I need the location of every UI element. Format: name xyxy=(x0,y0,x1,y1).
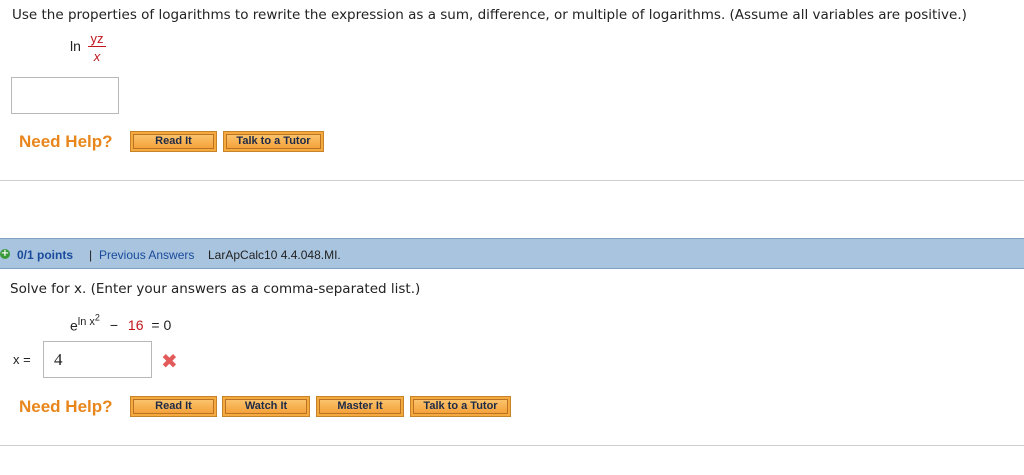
q1-need-help: Need Help? xyxy=(19,132,113,151)
header-separator: | xyxy=(89,248,93,262)
q1-talk-to-tutor-button[interactable]: Talk to a Tutor xyxy=(223,131,324,152)
q2-master-it-button[interactable]: Master It xyxy=(316,396,404,417)
q2-prompt: Solve for x. (Enter your answers as a co… xyxy=(10,281,421,297)
q1-fraction-bar xyxy=(88,46,106,47)
eq-exponent-power: 2 xyxy=(94,312,100,322)
q2-read-it-button[interactable]: Read It xyxy=(130,396,217,417)
question-header: + 0/1 points | Previous Answers LarApCal… xyxy=(0,238,1024,269)
eq-exponent: ln x xyxy=(77,315,95,328)
divider-bottom xyxy=(0,445,1024,446)
q2-talk-to-tutor-button[interactable]: Talk to a Tutor xyxy=(410,396,511,417)
q1-denominator: x xyxy=(93,49,101,64)
divider xyxy=(0,180,1024,181)
q1-numerator: yz xyxy=(90,31,104,46)
q2-watch-it-button[interactable]: Watch It xyxy=(222,396,310,417)
q1-answer-input[interactable] xyxy=(11,77,119,114)
incorrect-icon: ✖ xyxy=(161,349,178,373)
q2-answer-label: x = xyxy=(13,352,31,367)
eq-rest: = 0 xyxy=(151,317,172,334)
previous-answers-link[interactable]: Previous Answers xyxy=(99,248,194,262)
q2-equation: eln x2 − 16 = 0 xyxy=(70,312,171,333)
q1-prompt: Use the properties of logarithms to rewr… xyxy=(12,7,967,23)
eq-number: 16 xyxy=(127,317,144,334)
q2-need-help: Need Help? xyxy=(19,397,113,416)
q2-answer-input[interactable]: 4 xyxy=(43,341,152,378)
q1-ln-label: ln xyxy=(70,38,81,54)
eq-base: e xyxy=(70,317,78,334)
points-label: 0/1 points xyxy=(17,248,74,262)
expand-icon[interactable]: + xyxy=(0,249,10,259)
q1-read-it-button[interactable]: Read It xyxy=(130,131,217,152)
problem-id: LarApCalc10 4.4.048.MI. xyxy=(208,248,341,262)
eq-minus: − xyxy=(109,317,119,334)
